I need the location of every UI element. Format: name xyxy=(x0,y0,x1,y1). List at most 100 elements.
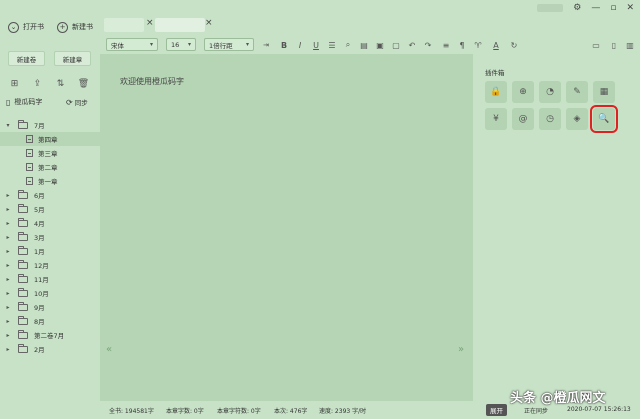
tree-folder[interactable]: ▸ 8月 xyxy=(0,314,100,328)
search-doc-icon[interactable]: ⊕ xyxy=(512,81,534,103)
chevron-right-icon[interactable]: ▸ xyxy=(4,248,12,255)
tree-folder[interactable]: ▸ 6月 xyxy=(0,188,100,202)
tree-folder[interactable]: ▸ 10月 xyxy=(0,286,100,300)
table-icon[interactable]: ▦ xyxy=(593,81,615,103)
trash-icon[interactable]: 🗑 xyxy=(77,77,90,90)
folder-icon xyxy=(18,287,28,297)
underline-icon[interactable]: U xyxy=(310,39,322,51)
chevron-right-icon[interactable]: ▸ xyxy=(4,290,12,297)
tree-item-label: 10月 xyxy=(34,290,49,298)
refresh-icon[interactable]: ↻ xyxy=(508,39,520,51)
chevron-right-icon[interactable]: ▸ xyxy=(4,192,12,199)
at-icon[interactable]: @ xyxy=(512,108,534,130)
new-book-label: 新建书 xyxy=(72,23,93,31)
new-book-button[interactable]: + 新建书 xyxy=(57,18,93,36)
chevron-right-icon[interactable]: ▸ xyxy=(4,346,12,353)
chevron-down-icon: ▾ xyxy=(187,41,191,48)
tree-chapter[interactable]: 第一章 xyxy=(0,174,100,188)
tree-folder[interactable]: ▸ 11月 xyxy=(0,272,100,286)
chevron-right-icon[interactable]: ▸ xyxy=(4,220,12,227)
open-book-button[interactable]: ⌄ 打开书 xyxy=(8,18,44,36)
chevron-right-icon[interactable]: ▸ xyxy=(4,276,12,283)
tree-folder[interactable]: ▸ 4月 xyxy=(0,216,100,230)
head-icon[interactable]: ◔ xyxy=(539,81,561,103)
tree-folder[interactable]: ▸ 9月 xyxy=(0,300,100,314)
tab-2[interactable] xyxy=(155,18,205,32)
pencil-icon[interactable]: ✎ xyxy=(566,81,588,103)
tree-item-label: 9月 xyxy=(34,304,45,312)
export-icon[interactable]: ⇪ xyxy=(31,77,44,90)
search-icon[interactable]: ⌕ xyxy=(342,39,354,51)
folder-icon xyxy=(18,203,28,213)
chevron-down-icon[interactable]: ▾ xyxy=(4,122,12,129)
new-chapter-button[interactable]: 新建章 xyxy=(54,51,91,66)
close-icon[interactable]: ✕ xyxy=(626,3,634,13)
shirt-icon[interactable]: ♈ xyxy=(472,39,484,51)
cut-icon[interactable]: ▢ xyxy=(390,39,402,51)
history-icon[interactable]: ▯ xyxy=(608,39,620,51)
sync-label: 同步 xyxy=(74,99,88,107)
settings-panel-icon[interactable]: ▥ xyxy=(624,39,636,51)
font-color-icon[interactable]: A xyxy=(490,39,502,51)
sort-icon[interactable]: ⇅ xyxy=(54,77,67,90)
next-page-icon[interactable]: » xyxy=(458,344,464,355)
gear-icon[interactable]: ⚙ xyxy=(573,3,581,13)
folder-icon xyxy=(18,329,28,339)
indent-icon[interactable]: ⇥ xyxy=(260,39,272,51)
tag-icon[interactable]: ◈ xyxy=(566,108,588,130)
save-icon[interactable]: ▭ xyxy=(590,39,602,51)
sync-button[interactable]: ⟳ 同步 xyxy=(66,97,88,108)
maximize-icon[interactable]: ▫ xyxy=(610,3,616,13)
tab-1[interactable] xyxy=(104,18,144,32)
copy-icon[interactable]: ▣ xyxy=(374,39,386,51)
folder-icon xyxy=(18,343,28,353)
redo-icon[interactable]: ↷ xyxy=(422,39,434,51)
chevron-right-icon[interactable]: ▸ xyxy=(4,304,12,311)
folder-icon xyxy=(18,217,28,227)
expand-button[interactable]: 展开 xyxy=(486,404,507,416)
tree-item-label: 8月 xyxy=(34,318,45,326)
tree-chapter[interactable]: 第二章 xyxy=(0,160,100,174)
prev-page-icon[interactable]: « xyxy=(106,344,112,355)
clock-icon[interactable]: ◷ xyxy=(539,108,561,130)
doc-search-icon[interactable]: 🔍 xyxy=(590,105,618,133)
chevron-down-icon: ⌄ xyxy=(8,21,19,33)
chevron-right-icon[interactable]: ▸ xyxy=(4,262,12,269)
yen-icon[interactable]: ¥ xyxy=(485,108,507,130)
tab-1-close-icon[interactable]: × xyxy=(146,18,154,28)
book-title[interactable]: ▯ 橙瓜码字 xyxy=(6,97,42,107)
align-icon[interactable]: ☰ xyxy=(326,39,338,51)
chevron-right-icon[interactable]: ▸ xyxy=(4,318,12,325)
tree-folder[interactable]: ▸ 5月 xyxy=(0,202,100,216)
font-select[interactable]: 宋体 ▾ xyxy=(106,38,158,51)
tree-chapter[interactable]: 第三章 xyxy=(0,146,100,160)
chevron-right-icon[interactable]: ▸ xyxy=(4,234,12,241)
tree-folder[interactable]: ▸ 2月 xyxy=(0,342,100,356)
replace-icon[interactable]: ▤ xyxy=(358,39,370,51)
editor-area[interactable]: 欢迎使用橙瓜码字 « » xyxy=(100,54,473,401)
tree-item-label: 第四章 xyxy=(38,136,58,144)
tree-item-label: 5月 xyxy=(34,206,45,214)
tree-folder[interactable]: ▸ 12月 xyxy=(0,258,100,272)
chevron-right-icon[interactable]: ▸ xyxy=(4,206,12,213)
tab-2-close-icon[interactable]: × xyxy=(205,18,213,28)
list-icon[interactable]: ≡ xyxy=(440,39,452,51)
bold-icon[interactable]: B xyxy=(278,39,290,51)
font-size-select[interactable]: 16 ▾ xyxy=(166,38,196,51)
tree-folder[interactable]: ▸ 第二卷7月 xyxy=(0,328,100,342)
minimize-icon[interactable]: — xyxy=(591,3,600,13)
chevron-right-icon[interactable]: ▸ xyxy=(4,332,12,339)
plus-icon: + xyxy=(57,21,68,33)
tree-folder[interactable]: ▸ 3月 xyxy=(0,230,100,244)
add-file-icon[interactable]: ⊞ xyxy=(8,77,21,90)
paragraph-icon[interactable]: ¶ xyxy=(456,39,468,51)
tree-folder[interactable]: ▾ 7月 xyxy=(0,118,100,132)
datetime: 2020-07-07 15:26:13 xyxy=(567,406,631,413)
tree-chapter[interactable]: 第四章 xyxy=(0,132,100,146)
italic-icon[interactable]: I xyxy=(294,39,306,51)
undo-icon[interactable]: ↶ xyxy=(406,39,418,51)
line-spacing-select[interactable]: 1倍行距 ▾ xyxy=(204,38,254,51)
new-volume-button[interactable]: 新建卷 xyxy=(8,51,45,66)
lock-icon[interactable]: 🔒 xyxy=(485,81,507,103)
tree-folder[interactable]: ▸ 1月 xyxy=(0,244,100,258)
